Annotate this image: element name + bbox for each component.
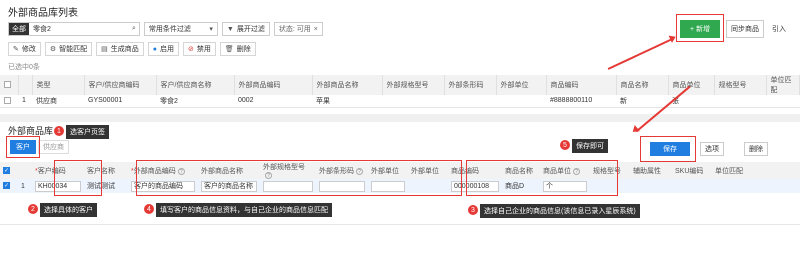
column-header: 客户/供应商编码 <box>84 75 157 95</box>
page: 外部商品库列表 全部 零食2 ⌕ 常用条件过滤 ▾ ▼ 展开过滤 状态: 可用 … <box>0 0 800 260</box>
row-index: 1 <box>21 182 25 190</box>
section-divider <box>0 114 800 122</box>
table-cell: 新 <box>616 95 668 108</box>
column-header: 商品单位 <box>668 75 715 95</box>
table-cell: 零食2 <box>156 95 234 108</box>
column-header: 外部单位 <box>496 75 547 95</box>
arrowhead-save <box>630 125 640 135</box>
page-title: 外部商品库列表 <box>8 8 78 19</box>
highlight-customer-code <box>54 160 102 196</box>
toolbar: ✎ 修改 ⚙ 智能匹配 ▤ 生成商品 ● 启用 ⊘ 禁用 🗑 删除 <box>8 42 256 56</box>
filter-select[interactable]: 常用条件过滤 ▾ <box>143 22 218 36</box>
table-row[interactable]: 1 供应商 GYS00001 零食2 0002 苹果 #8888800110 新… <box>0 95 800 108</box>
table-cell: 供应商 <box>32 95 84 108</box>
search-icon[interactable]: ⌕ <box>129 25 139 33</box>
document-icon: ▤ <box>101 46 108 53</box>
enable-button[interactable]: ● 启用 <box>147 42 180 56</box>
search-value[interactable]: 零食2 <box>29 24 129 34</box>
trash-icon: 🗑 <box>224 46 234 53</box>
disable-button[interactable]: ⊘ 禁用 <box>183 42 216 56</box>
highlight-new <box>676 14 724 42</box>
table-cell: 苹果 <box>312 95 382 108</box>
highlight-customer-tab <box>6 136 40 158</box>
select-all-checkbox[interactable] <box>4 81 11 89</box>
column-header: 外部规格型号 <box>382 75 445 95</box>
column-header: 规格型号 <box>714 75 767 95</box>
filter-icon: ▼ <box>226 25 234 33</box>
step-note-2: 选择具体的客户 <box>40 203 97 217</box>
delete-row-button[interactable]: 删除 <box>744 142 768 156</box>
close-icon[interactable]: × <box>314 26 318 33</box>
column-header: 商品名称 <box>616 75 669 95</box>
check-circle-icon: ● <box>152 45 158 53</box>
highlight-ext-fields <box>136 160 462 196</box>
step-badge-5: 5 <box>560 140 570 150</box>
expand-filter-button[interactable]: ▼ 展开过滤 <box>221 22 270 36</box>
table-cell <box>496 95 546 108</box>
column-header: 单位匹配 <box>712 162 800 179</box>
column-header: 客户/供应商名称 <box>156 75 235 95</box>
table-cell: #8888800110 <box>546 95 616 108</box>
selected-count: 已选中0条 <box>8 64 40 71</box>
step-note-3: 选择自己企业的商品信息(该信息已录入星辰系统) <box>480 204 640 218</box>
step-badge-3: 3 <box>468 205 478 215</box>
ban-icon: ⊘ <box>188 46 194 53</box>
table-cell <box>766 95 800 108</box>
header-checkbox-cell <box>0 75 19 95</box>
highlight-goods-fields <box>466 160 618 196</box>
status-filter-chip[interactable]: 状态: 可用 × <box>273 22 323 36</box>
all-tag[interactable]: 全部 <box>9 23 29 35</box>
table-cell: GYS00001 <box>84 95 156 108</box>
sync-goods-button[interactable]: 同步商品 <box>726 20 764 38</box>
bottom-divider <box>0 224 800 225</box>
column-header: SKU编码 <box>672 162 712 179</box>
column-header: 外部商品名称 <box>312 75 383 95</box>
select-all-checkbox[interactable] <box>3 166 10 174</box>
arrow-to-new <box>607 38 672 70</box>
column-header: 商品编码 <box>546 75 617 95</box>
step-note-1: 选客户页签 <box>66 125 109 139</box>
column-header: 单位匹配 <box>766 75 800 95</box>
table-cell <box>444 95 496 108</box>
import-button[interactable]: 引入 <box>768 20 790 38</box>
filter-bar: 全部 零食2 ⌕ 常用条件过滤 ▾ ▼ 展开过滤 状态: 可用 × <box>8 22 323 36</box>
table-header: 类型 客户/供应商编码 客户/供应商名称 外部商品编码 外部商品名称 外部规格型… <box>0 75 800 95</box>
column-header: 外部条形码 <box>444 75 497 95</box>
step-note-4: 填写客户的商品信息资料，与自己企业的商品信息匹配 <box>156 203 332 217</box>
highlight-save <box>640 136 696 162</box>
edit-button[interactable]: ✎ 修改 <box>8 42 41 56</box>
options-button[interactable]: 选项 <box>700 142 724 156</box>
delete-button[interactable]: 🗑 删除 <box>219 42 256 56</box>
table-cell <box>714 95 766 108</box>
column-header: 类型 <box>32 75 85 95</box>
tab-supplier[interactable]: 供应商 <box>38 140 69 154</box>
gear-icon: ⚙ <box>49 46 57 53</box>
row-checkbox[interactable] <box>4 97 11 105</box>
pencil-icon: ✎ <box>13 46 19 53</box>
search-input[interactable]: 全部 零食2 ⌕ <box>8 22 140 36</box>
generate-goods-button[interactable]: ▤ 生成商品 <box>96 42 144 56</box>
column-header: 辅助属性 <box>630 162 672 179</box>
step-badge-4: 4 <box>144 204 154 214</box>
table-cell: 0002 <box>234 95 312 108</box>
row-index: 1 <box>18 95 32 108</box>
top-table: 类型 客户/供应商编码 客户/供应商名称 外部商品编码 外部商品名称 外部规格型… <box>0 75 800 108</box>
chevron-down-icon: ▾ <box>209 26 213 33</box>
step-badge-2: 2 <box>28 204 38 214</box>
table-cell <box>382 95 444 108</box>
step-badge-1: 1 <box>54 126 64 136</box>
column-header: 外部商品编码 <box>234 75 313 95</box>
smart-match-button[interactable]: ⚙ 智能匹配 <box>44 42 93 56</box>
row-checkbox[interactable] <box>3 182 10 190</box>
step-note-5: 保存即可 <box>572 139 608 153</box>
